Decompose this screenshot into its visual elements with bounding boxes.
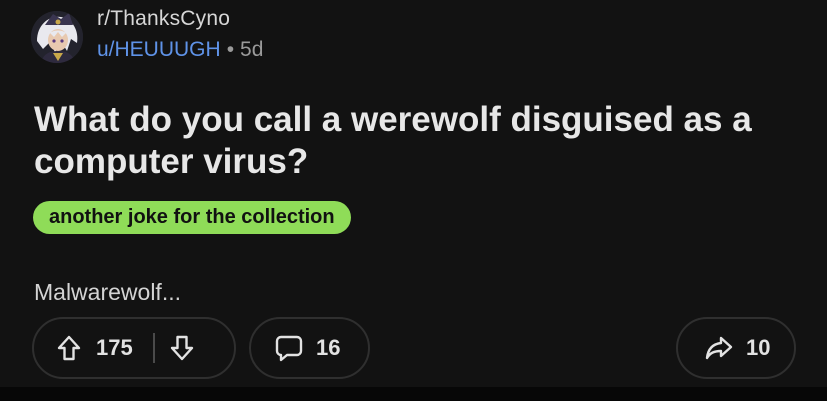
post-title[interactable]: What do you call a werewolf disguised as… (34, 99, 804, 183)
feed-divider (0, 387, 827, 401)
post-body[interactable]: Malwarewolf... (34, 279, 181, 306)
share-arrow-icon (704, 334, 734, 362)
upvote-button[interactable] (56, 334, 82, 362)
subreddit-name[interactable]: r/ThanksCyno (97, 7, 230, 31)
post-age: 5d (240, 38, 264, 61)
post-card[interactable]: r/ThanksCyno u/HEUUUGH • 5d What do you ca… (0, 0, 827, 387)
post-meta: u/HEUUUGH • 5d (97, 38, 263, 62)
comment-bubble-icon (274, 333, 304, 363)
meta-separator: • (226, 38, 235, 61)
subreddit-avatar-image (31, 11, 83, 63)
vote-bar: 175 (32, 317, 236, 379)
downvote-button[interactable] (169, 334, 195, 362)
subreddit-avatar[interactable] (31, 11, 83, 63)
vote-divider (152, 333, 155, 363)
author-link[interactable]: u/HEUUUGH (97, 38, 221, 61)
upvote-count: 175 (96, 335, 133, 360)
upvote-arrow-icon (56, 334, 82, 362)
comment-count: 16 (316, 335, 341, 360)
downvote-arrow-icon (169, 334, 195, 362)
post-flair[interactable]: another joke for the collection (33, 201, 351, 234)
share-count: 10 (746, 335, 771, 360)
share-button[interactable]: 10 (676, 317, 796, 379)
comments-button[interactable]: 16 (249, 317, 370, 379)
